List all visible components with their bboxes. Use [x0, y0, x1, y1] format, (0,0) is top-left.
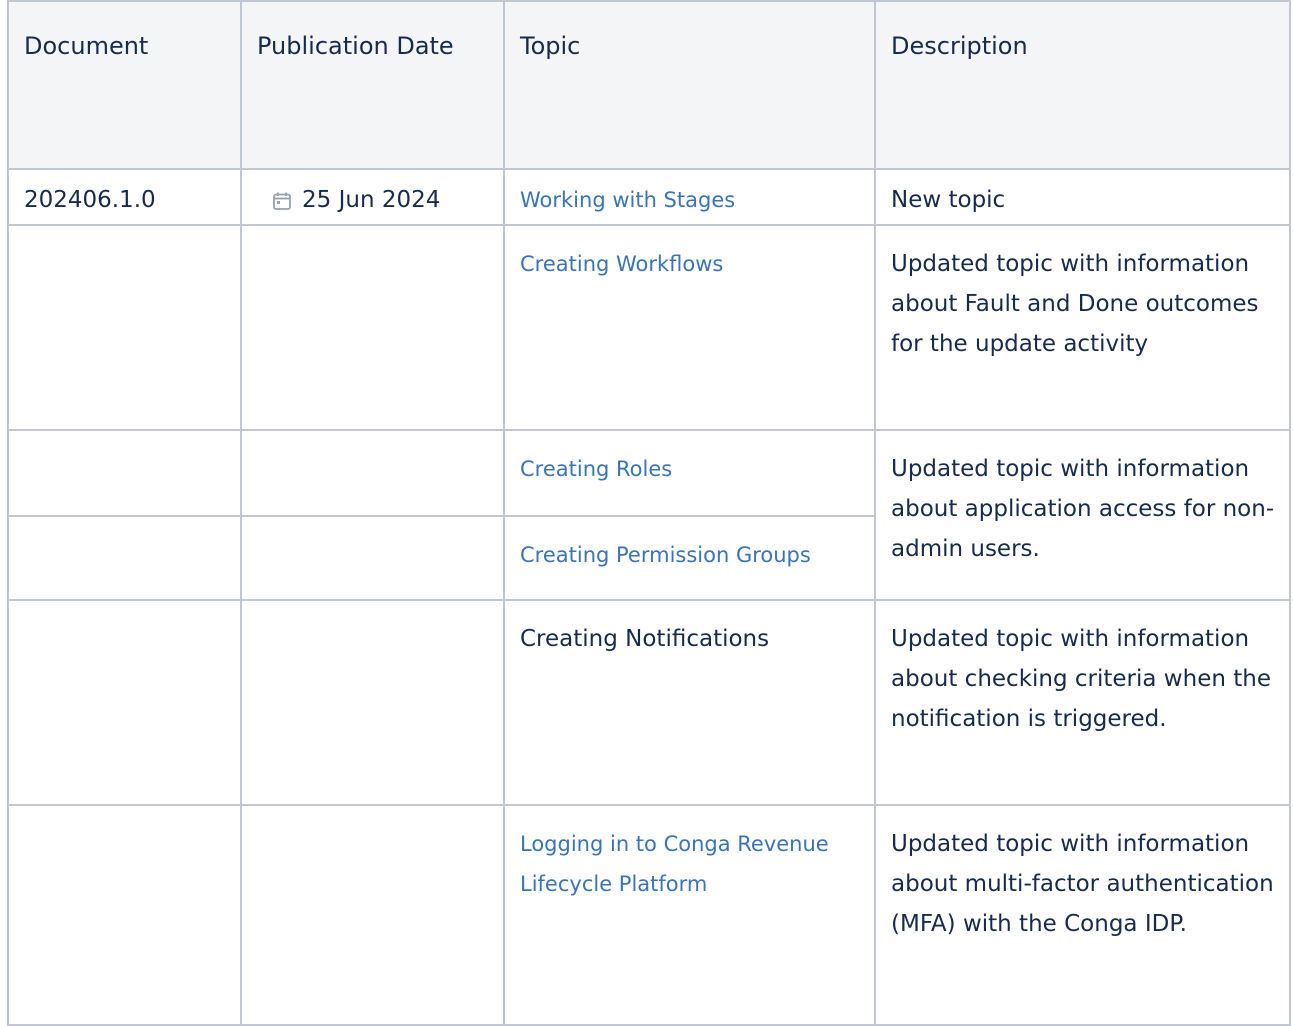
description-cell: Updated topic with information about app…: [874, 429, 1291, 601]
date-cell: [240, 804, 505, 1026]
topic-cell: Creating Notifications: [503, 599, 876, 806]
header-description: Description: [874, 0, 1291, 170]
topic-link-logging-in[interactable]: Logging in to Conga Revenue Lifecycle Pl…: [520, 832, 829, 896]
topic-cell: Creating Permission Groups: [503, 515, 876, 601]
date-badge: 25 Jun 2024: [257, 180, 440, 220]
topic-cell: Working with Stages: [503, 168, 876, 226]
table-row: Creating Workflows Updated topic with in…: [7, 224, 1291, 431]
topic-cell: Creating Workflows: [503, 224, 876, 431]
description-cell: Updated topic with information about che…: [874, 599, 1291, 806]
document-cell: [7, 224, 242, 431]
date-cell: [240, 429, 505, 517]
topic-link-creating-roles[interactable]: Creating Roles: [520, 457, 672, 481]
topic-link-creating-permission-groups[interactable]: Creating Permission Groups: [520, 543, 811, 567]
document-cell: [7, 515, 242, 601]
date-cell: 25 Jun 2024: [240, 168, 505, 226]
topic-cell: Creating Roles: [503, 429, 876, 517]
document-cell: [7, 599, 242, 806]
header-document: Document: [7, 0, 242, 170]
description-cell: New topic: [874, 168, 1291, 226]
topic-text-creating-notifications: Creating Notifications: [520, 626, 770, 652]
release-notes-table: Document Publication Date Topic Descript…: [7, 0, 1291, 1026]
table-row: Creating Notifications Updated topic wit…: [7, 599, 1291, 806]
header-publication-date: Publication Date: [240, 0, 505, 170]
header-topic: Topic: [503, 0, 876, 170]
date-cell: [240, 224, 505, 431]
document-cell: 202406.1.0: [7, 168, 242, 226]
calendar-icon: [273, 192, 291, 210]
topic-link-creating-workflows[interactable]: Creating Workflows: [520, 252, 723, 276]
document-cell: [7, 804, 242, 1026]
table-row: 202406.1.0 25 Jun 2024 Working with Stag…: [7, 168, 1291, 226]
table-row: Creating Roles Updated topic with inform…: [7, 429, 1291, 601]
table-header-row: Document Publication Date Topic Descript…: [7, 0, 1291, 170]
date-cell: [240, 515, 505, 601]
document-cell: [7, 429, 242, 517]
description-cell: Updated topic with information about mul…: [874, 804, 1291, 1026]
table-row: Logging in to Conga Revenue Lifecycle Pl…: [7, 804, 1291, 1026]
date-text: 25 Jun 2024: [302, 187, 441, 213]
topic-cell: Logging in to Conga Revenue Lifecycle Pl…: [503, 804, 876, 1026]
topic-link-working-with-stages[interactable]: Working with Stages: [520, 188, 735, 212]
date-cell: [240, 599, 505, 806]
description-cell: Updated topic with information about Fau…: [874, 224, 1291, 431]
